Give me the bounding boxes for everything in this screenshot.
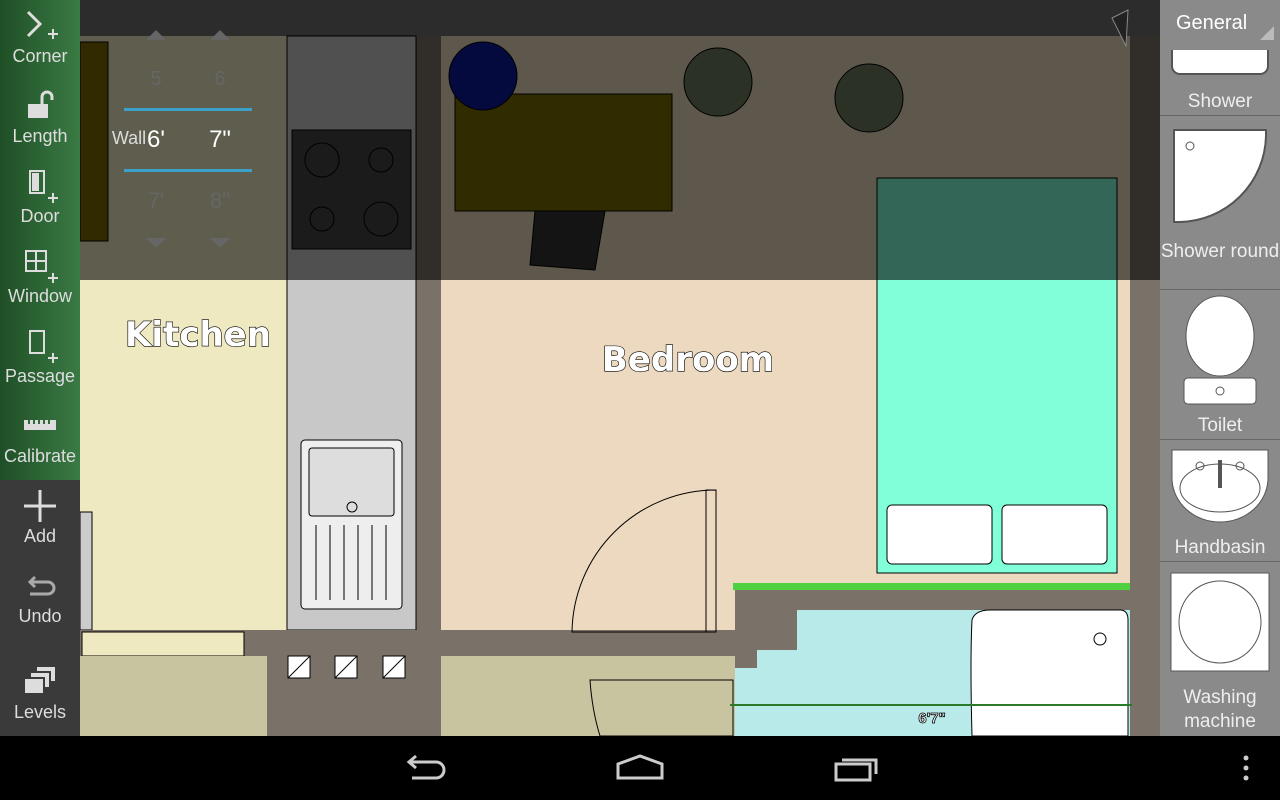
inches-down-arrow[interactable] [210, 238, 230, 248]
washing-machine-icon [1170, 572, 1270, 672]
shower-round-icon [1173, 129, 1267, 223]
passage-add-icon [29, 330, 58, 363]
library-item-washing-machine[interactable]: Washing machine [1160, 562, 1280, 736]
feet-up-arrow[interactable] [146, 30, 166, 40]
window-button[interactable]: Window [0, 240, 80, 320]
room-label-bedroom[interactable]: Bedroom [601, 339, 774, 380]
inches-value[interactable]: 7" [200, 126, 240, 154]
corner-button[interactable]: Corner [0, 0, 80, 80]
door-button[interactable]: Door [0, 160, 80, 240]
shower-fixture [970, 609, 1129, 736]
layers-icon [23, 665, 57, 695]
toilet-icon [1183, 295, 1257, 405]
door-add-icon [29, 170, 58, 203]
library-item-shower-round[interactable]: Shower round [1160, 116, 1280, 290]
levels-button[interactable]: Levels [0, 656, 80, 736]
ruler-icon [24, 420, 56, 430]
recent-apps-icon[interactable] [832, 748, 884, 788]
inches-next[interactable]: 8" [200, 188, 240, 214]
dimension-label: 6'7" [918, 710, 945, 727]
feet-value[interactable]: 6' [136, 126, 176, 154]
undo-icon [27, 575, 56, 596]
calibrate-button[interactable]: Calibrate [0, 400, 80, 480]
library-item-handbasin[interactable]: Handbasin [1160, 440, 1280, 562]
length-picker[interactable]: Wall 5 6 6' 7" 7' 8" [80, 0, 380, 280]
feet-down-arrow[interactable] [146, 238, 166, 248]
toolbar: Corner Length Door Window Passage Calibr… [0, 0, 80, 736]
plus-icon [24, 490, 56, 522]
handbasin-icon [1171, 449, 1269, 523]
add-button[interactable]: Add [0, 480, 80, 560]
window-add-icon [25, 250, 58, 283]
library-item-toilet[interactable]: Toilet [1160, 290, 1280, 440]
inches-prev[interactable]: 6 [200, 68, 240, 91]
passage-button[interactable]: Passage [0, 320, 80, 400]
inches-up-arrow[interactable] [210, 30, 230, 40]
corner-add-icon [26, 10, 58, 39]
room-label-kitchen[interactable]: Kitchen [124, 314, 271, 355]
furniture-library: Shower Shower round Toilet Handbasin Was… [1160, 0, 1280, 736]
feet-next[interactable]: 7' [136, 188, 176, 214]
length-button[interactable]: Length [0, 80, 80, 160]
selected-wall [733, 583, 1130, 590]
category-dropdown[interactable]: General [1160, 0, 1280, 50]
back-icon[interactable] [400, 748, 448, 788]
feet-prev[interactable]: 5 [136, 68, 176, 91]
overflow-menu-icon[interactable] [1236, 748, 1256, 788]
unlock-icon [28, 90, 54, 118]
system-navigation-bar [0, 736, 1280, 800]
home-icon[interactable] [614, 748, 666, 788]
undo-button[interactable]: Undo [0, 560, 80, 640]
